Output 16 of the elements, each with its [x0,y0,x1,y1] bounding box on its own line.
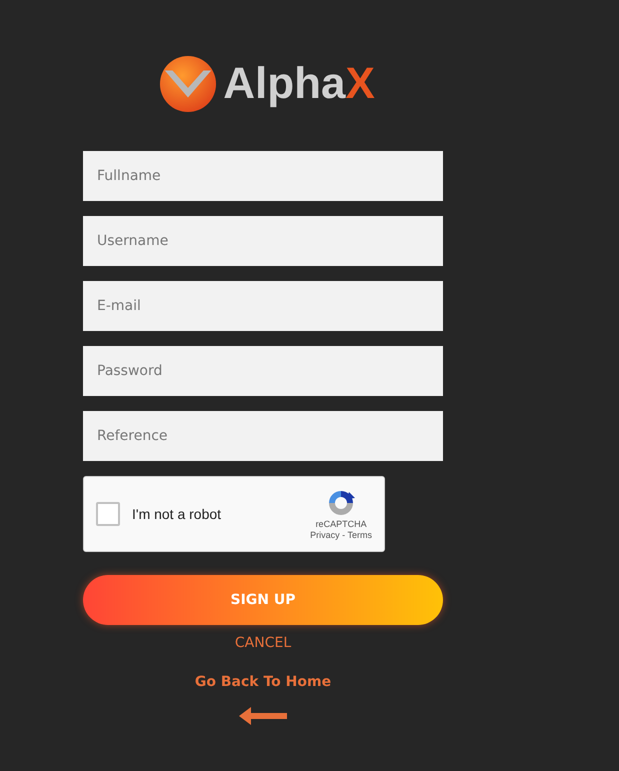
input-field[interactable]: E-mail [83,281,443,331]
cancel-link[interactable]: CANCEL [234,635,292,651]
recaptcha-label: reCAPTCHA [316,519,367,529]
sign-up-button[interactable]: SIGN UP [83,575,443,625]
checkbox[interactable] [96,502,120,526]
left-arrow-icon[interactable] [239,706,287,726]
logo-icon [159,55,218,113]
recaptcha-icon [326,488,356,518]
input-field[interactable]: Reference [83,411,443,461]
input-field[interactable]: Fullname [83,151,443,201]
privacy-terms-text: Privacy - Terms [310,530,372,540]
input-field[interactable]: Username [83,216,443,266]
logo-text: AlphaX [223,58,375,110]
captcha-label: I'm not a robot [132,506,222,522]
home-link[interactable]: Go Back To Home [194,674,332,690]
input-field[interactable]: Password [83,346,443,396]
